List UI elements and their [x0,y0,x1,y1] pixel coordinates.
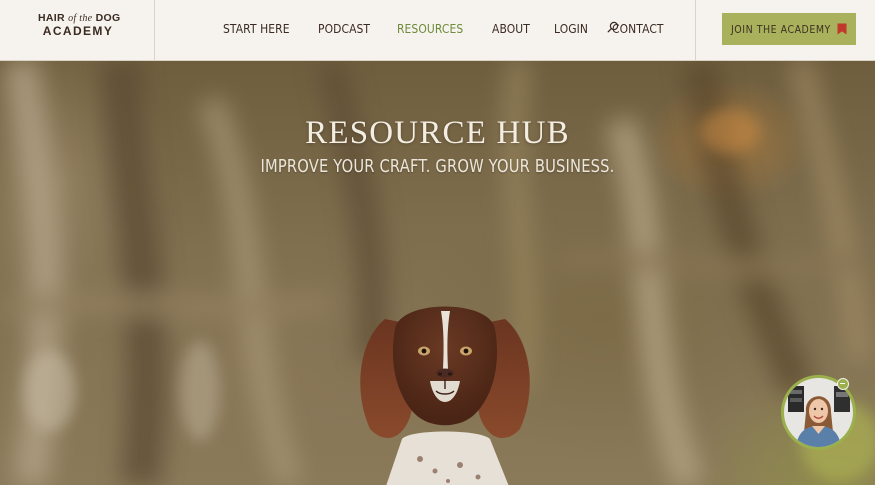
logo-wordmark-bottom: ACADEMY [42,24,114,38]
nav-item-start-here[interactable]: START HERE [223,21,290,36]
nav-item-resources[interactable]: RESOURCES [397,21,463,36]
hero-title: RESOURCE HUB [305,115,570,151]
join-academy-button[interactable]: JOIN THE ACADEMY [722,13,856,45]
minimize-icon[interactable] [837,378,849,390]
main-nav: START HERE PODCAST RESOURCES ABOUT LOGIN… [223,19,690,37]
hero-subtitle: IMPROVE YOUR CRAFT. GROW YOUR BUSINESS. [260,157,615,177]
logo-link[interactable]: HAIR of the DOG ACADEMY [0,0,155,61]
nav-item-contact[interactable]: CONTACT [612,21,664,36]
cta-cell: JOIN THE ACADEMY [695,0,875,61]
bookmark-icon [837,23,847,35]
logo-wordmark-top: HAIR of the DOG [38,12,121,24]
hero-banner: RESOURCE HUB IMPROVE YOUR CRAFT. GROW YO… [0,61,875,485]
nav-item-about[interactable]: ABOUT [492,21,530,36]
join-academy-label: JOIN THE ACADEMY [731,22,831,36]
nav-item-login[interactable]: LOGIN [554,21,588,36]
search-icon[interactable] [607,21,619,33]
dog-photo [360,306,530,485]
site-header: HAIR of the DOG ACADEMY START HERE PODCA… [0,0,875,61]
nav-item-podcast[interactable]: PODCAST [318,21,370,36]
